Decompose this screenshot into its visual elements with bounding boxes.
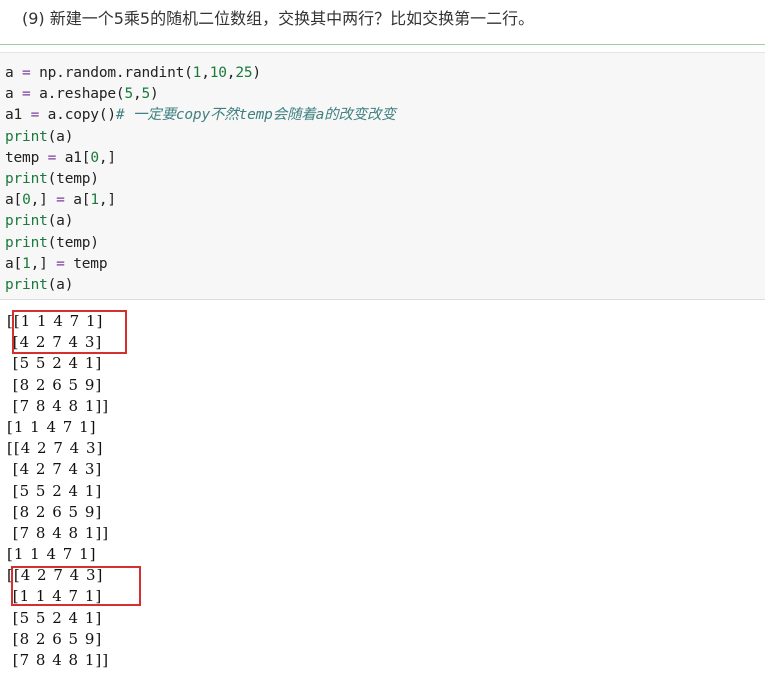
code-token: 1: [22, 255, 31, 272]
code-token: 10: [209, 65, 227, 81]
output-line: [5 5 2 4 1]: [7, 481, 103, 500]
output-line: [7 8 4 8 1]]: [7, 651, 110, 669]
code-token: a: [5, 86, 14, 103]
output-line: [[4 2 7 4 3]: [7, 439, 104, 458]
code-line: a[0,] = a[1,]: [5, 190, 396, 211]
code-token: =: [47, 255, 74, 272]
code-token: ,]: [98, 192, 116, 209]
code-line: temp = a1[0,]: [5, 148, 396, 169]
code-line: print(a): [5, 211, 396, 232]
code-token: print: [5, 276, 48, 293]
code-token: a1[: [64, 149, 91, 166]
code-token: a[: [73, 192, 91, 209]
output-line: [8 2 6 5 9]: [7, 629, 103, 648]
code-token: ): [150, 86, 159, 103]
output-line: [1 1 4 7 1]: [7, 417, 97, 436]
code-token: a.copy(): [47, 107, 116, 124]
highlight-box-original-rows: [12, 310, 127, 354]
code-line: a = a.reshape(5,5): [5, 84, 396, 105]
code-token: print: [5, 213, 48, 230]
code-token: 0: [22, 192, 31, 209]
highlight-box-swapped-rows: [11, 566, 141, 606]
code-token: (a): [47, 276, 74, 293]
code-block: a = np.random.randint(1,10,25) a = a.resh…: [5, 63, 396, 296]
output-line: [7 8 4 8 1]]: [7, 396, 110, 415]
code-token: 5: [124, 86, 133, 103]
output-line: [1 1 4 7 1]: [7, 545, 97, 564]
code-token: a1: [5, 107, 23, 124]
code-token: 5: [141, 86, 151, 103]
code-token: 25: [235, 65, 253, 81]
code-token: a[: [5, 255, 23, 272]
code-token: print: [5, 234, 48, 251]
code-line: print(a): [5, 127, 396, 148]
output-line: [5 5 2 4 1]: [7, 608, 103, 627]
code-token: temp: [5, 149, 40, 166]
code-token: (a): [47, 128, 74, 145]
code-token: (temp): [47, 170, 99, 187]
code-line: print(temp): [5, 233, 396, 254]
code-token: ,]: [30, 255, 48, 272]
code-token: print: [5, 170, 48, 187]
code-token: ,: [132, 86, 142, 103]
code-token: ): [252, 65, 261, 81]
code-line: a = np.random.randint(1,10,25): [5, 63, 396, 84]
output-line: [4 2 7 4 3]: [7, 460, 103, 479]
code-line: a1 = a.copy()# 一定要copy不然temp会随着a的改变改变: [5, 105, 396, 126]
code-line: print(a): [5, 275, 396, 296]
code-token: a.reshape(: [39, 86, 125, 103]
code-token: =: [22, 107, 48, 124]
code-cell[interactable]: a = np.random.randint(1,10,25) a = a.resh…: [0, 52, 765, 300]
code-token: ,: [201, 65, 210, 81]
output-line: [8 2 6 5 9]: [7, 502, 103, 521]
code-line: print(temp): [5, 169, 396, 190]
code-token: =: [13, 65, 40, 81]
output-line: [5 5 2 4 1]: [7, 354, 103, 373]
code-token: a[: [5, 192, 23, 209]
code-token: ,]: [98, 149, 116, 166]
code-token: =: [47, 192, 74, 209]
code-token: temp: [73, 255, 108, 272]
code-token: (temp): [47, 234, 99, 251]
code-token: 1: [90, 192, 99, 209]
code-token: 0: [90, 149, 99, 166]
code-token: a: [5, 65, 14, 81]
heading-divider: [0, 44, 765, 45]
output-block: [[1 1 4 7 1] [4 2 7 4 3] [5 5 2 4 1] [8 …: [7, 311, 109, 671]
code-token: =: [13, 86, 40, 103]
output-line: [7 8 4 8 1]]: [7, 523, 110, 542]
code-line: a[1,] = temp: [5, 254, 396, 275]
code-token: print: [5, 128, 48, 145]
code-token: (a): [47, 213, 74, 230]
code-token: np.random.randint(: [39, 65, 193, 81]
question-heading: (9) 新建一个5乘5的随机二位数组，交换其中两行？比如交换第一二行。: [22, 9, 535, 28]
code-comment: # 一定要copy不然temp会随着a的改变改变: [115, 107, 396, 124]
code-token: ,]: [30, 192, 48, 209]
code-token: 1: [192, 65, 202, 81]
code-token: =: [39, 149, 65, 166]
output-line: [8 2 6 5 9]: [7, 375, 103, 394]
